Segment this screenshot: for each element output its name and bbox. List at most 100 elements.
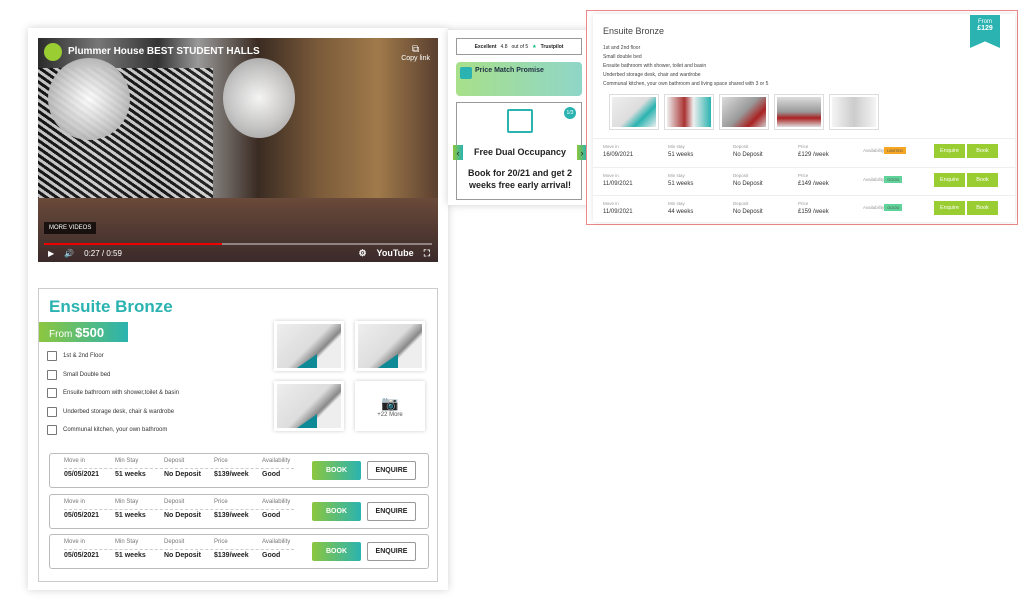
row-field: Availability Good [262,498,291,519]
video-title[interactable]: Plummer House BEST STUDENT HALLS [68,46,260,57]
from-price-badge: From $500 [39,322,128,342]
alt-row-field: Min stay 51 weeks [668,172,694,187]
alt-row-field: Price £149 /week [798,172,829,187]
offer-carousel: 1/3 ‹ › Free Dual Occupancy Book for 20/… [453,102,587,200]
enquire-button[interactable]: Enquire [934,144,965,158]
bath-icon [47,388,57,398]
tag-icon [460,67,472,79]
video-player[interactable]: Plummer House BEST STUDENT HALLS ⧉ Copy l… [38,38,438,262]
play-icon[interactable]: ▶ [48,249,54,258]
room-photo[interactable] [355,321,425,371]
star-icon: ★ [532,43,537,50]
alt-room-photo[interactable] [719,94,769,130]
book-button[interactable]: BOOK [312,542,361,561]
copy-link-button[interactable]: ⧉ Copy link [401,44,430,62]
row-field: Move in 05/05/2021 [64,458,100,478]
alt-row-field: Deposit No Deposit [733,201,763,215]
enquire-button[interactable]: ENQUIRE [367,461,416,480]
alternate-room-card: Ensuite Bronze From £129 1st and 2nd floo… [586,10,1018,225]
desk-icon [47,406,57,417]
alt-availability-row: Move in 16/09/2021 Min stay 51 weeks Deposit… [593,138,1015,167]
alt-row-field: Price £159 /week [798,201,829,215]
trustpilot-widget[interactable]: Excellent 4.8 out of 5 ★ Trustpilot [456,38,582,55]
alt-row-field: Min stay 51 weeks [668,144,694,158]
alt-row-field: Deposit No Deposit [733,172,763,187]
video-time: 0:27 / 0:59 [84,249,122,258]
enquire-button[interactable]: Enquire [934,201,965,215]
alt-row-field: Move in 16/09/2021 [603,144,634,158]
room-card: Ensuite Bronze From $500 1st & 2nd Floor… [38,288,438,582]
alt-room-feature: Underbed storage desk, chair and wardrob… [603,72,701,78]
row-field: Min Stay 51 weeks [115,458,146,478]
alt-room-feature: Communal kitchen, your own bathroom and … [603,81,769,87]
book-button[interactable]: Book [967,172,998,187]
alt-room-feature: 1st and 2nd floor [603,45,641,51]
alt-room-photo[interactable] [774,94,824,130]
room-feature: Small Double bed [47,369,110,380]
row-field: Price $139/week [214,539,249,559]
room-feature: Ensuite bathroom with shower,toilet & ba… [47,388,179,398]
room-feature: Underbed storage desk, chair & wardrobe [47,406,174,417]
enquire-button[interactable]: ENQUIRE [367,501,416,521]
offer-title: Free Dual Occupancy [473,147,567,157]
channel-logo[interactable] [44,43,62,61]
volume-icon[interactable]: 🔊 [64,249,74,258]
copy-icon: ⧉ [412,44,420,55]
bed-icon [47,369,57,380]
book-button[interactable]: BOOK [312,501,361,521]
video-progress-bar[interactable] [44,243,432,245]
more-videos-button[interactable]: MORE VIDEOS [44,222,97,234]
progress-fill [44,243,223,245]
alt-availability-row: Move in 11/09/2021 Min stay 51 weeks Deposit… [593,166,1015,196]
book-button[interactable]: BOOK [312,461,361,480]
price-match-banner[interactable]: Price Match Promise [456,62,582,96]
youtube-logo[interactable]: YouTube [377,248,414,259]
enquire-button[interactable]: ENQUIRE [367,542,416,561]
room-feature: 1st & 2nd Floor [47,351,104,361]
enquire-button[interactable]: Enquire [934,172,965,187]
availability-badge: GOOD [884,175,903,183]
alt-row-field: Move in 11/09/2021 [603,172,633,187]
alt-room-feature: Small double bed [603,54,642,60]
settings-icon[interactable]: ⚙ [358,248,366,259]
row-field: Availability Good [262,539,291,559]
row-field: Min Stay 51 weeks [115,539,146,559]
fullscreen-icon[interactable]: ⛶ [424,248,430,259]
availability-badge: LIMITED [884,147,906,154]
room-feature: Communal kitchen, your own bathroom [47,425,167,435]
offer-text: Book for 20/21 and get 2 weeks free earl… [467,168,573,190]
availability-badge: GOOD [884,204,903,211]
room-photo[interactable] [274,321,344,371]
alt-row-field: Availability GOOD [863,173,903,183]
alt-room-photo[interactable] [609,94,659,130]
alt-row-field: Move in 11/09/2021 [603,201,633,215]
alt-row-field: Deposit No Deposit [733,144,763,158]
row-field: Availability Good [262,458,291,478]
from-price-ribbon: From £129 [970,15,1000,48]
slide-counter: 1/3 [564,107,576,119]
alt-room-photo[interactable] [829,94,879,130]
row-field: Deposit No Deposit [164,539,201,559]
row-field: Deposit No Deposit [164,498,201,519]
row-field: Deposit No Deposit [164,458,201,478]
camera-icon: 📷 [381,394,399,411]
room-photo[interactable] [274,381,344,431]
alt-room-title: Ensuite Bronze [603,26,665,36]
building-icon [47,351,57,361]
row-field: Price $139/week [214,458,249,478]
gift-icon [507,109,533,133]
video-scene-lamp [48,58,130,140]
room-title: Ensuite Bronze [49,297,173,316]
alt-row-field: Price £129 /week [798,144,829,158]
alt-room-photo[interactable] [664,94,714,130]
alt-row-field: Availability GOOD [863,201,903,211]
availability-row: Move in 05/05/2021 Min Stay 51 weeks Deposit… [49,534,429,569]
book-button[interactable]: Book [967,144,998,158]
row-field: Move in 05/05/2021 [64,498,100,519]
side-panel: Excellent 4.8 out of 5 ★ Trustpilot Pric… [448,30,594,205]
more-photos-button[interactable]: 📷 +22 More [355,381,425,431]
alt-availability-row: Move in 11/09/2021 Min stay 44 weeks Deposit… [593,195,1015,224]
alt-row-field: Availability LIMITED [863,144,906,154]
row-field: Min Stay 51 weeks [115,498,146,519]
book-button[interactable]: Book [967,201,998,215]
